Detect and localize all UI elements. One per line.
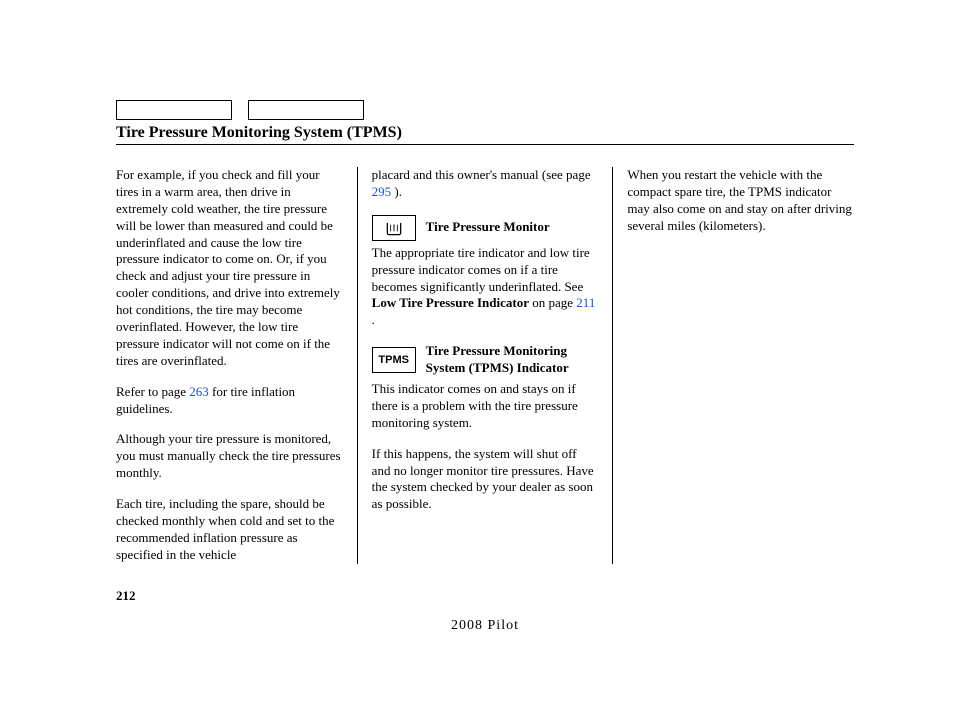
col1-para4: Each tire, including the spare, should b… <box>116 496 343 564</box>
text: placard and this owner's manual (see pag… <box>372 167 591 182</box>
tab-box-2 <box>248 100 364 120</box>
footer-model: 2008 Pilot <box>116 618 854 634</box>
col2-para3: This indicator comes on and stays on if … <box>372 381 599 432</box>
text: on page <box>529 295 576 310</box>
tab-box-1 <box>116 100 232 120</box>
content-columns: For example, if you check and fill your … <box>116 167 854 564</box>
tab-boxes <box>116 100 854 120</box>
col1-para2: Refer to page 263 for tire inflation gui… <box>116 384 343 418</box>
text: The appropriate tire indicator and low t… <box>372 245 590 294</box>
col2-para1: placard and this owner's manual (see pag… <box>372 167 599 201</box>
column-3: When you restart the vehicle with the co… <box>613 167 854 564</box>
page-title: Tire Pressure Monitoring System (TPMS) <box>116 124 854 145</box>
tpms-indicator-row: TPMS Tire Pressure Monitoring System (TP… <box>372 343 599 377</box>
page-link-263[interactable]: 263 <box>189 384 209 399</box>
col1-para1: For example, if you check and fill your … <box>116 167 343 370</box>
text: ). <box>391 184 402 199</box>
text: Refer to page <box>116 384 189 399</box>
page-link-211[interactable]: 211 <box>576 295 595 310</box>
column-1: For example, if you check and fill your … <box>116 167 358 564</box>
tire-cross-section-icon: ! <box>384 218 404 238</box>
tire-pressure-icon: ! <box>372 215 416 241</box>
tpms-label: Tire Pressure Monitoring System (TPMS) I… <box>426 343 599 377</box>
svg-text:!: ! <box>392 222 395 231</box>
bold-text: Low Tire Pressure Indicator <box>372 295 529 310</box>
col1-para3: Although your tire pressure is monitored… <box>116 431 343 482</box>
column-2: placard and this owner's manual (see pag… <box>358 167 614 564</box>
tpms-text-icon: TPMS <box>372 347 416 373</box>
text: . <box>372 312 375 327</box>
tpm-label: Tire Pressure Monitor <box>426 219 550 236</box>
col2-para4: If this happens, the system will shut of… <box>372 446 599 514</box>
page-number: 212 <box>116 588 854 604</box>
col2-para2: The appropriate tire indicator and low t… <box>372 245 599 329</box>
page-link-295[interactable]: 295 <box>372 184 392 199</box>
tpm-indicator-row: ! Tire Pressure Monitor <box>372 215 599 241</box>
col3-para1: When you restart the vehicle with the co… <box>627 167 854 235</box>
